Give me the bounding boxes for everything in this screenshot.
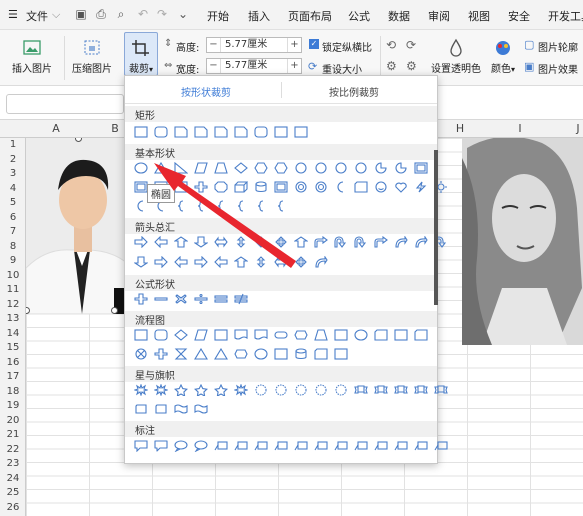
annotation-arrow	[154, 163, 296, 268]
red-arrow-icon	[154, 163, 296, 268]
